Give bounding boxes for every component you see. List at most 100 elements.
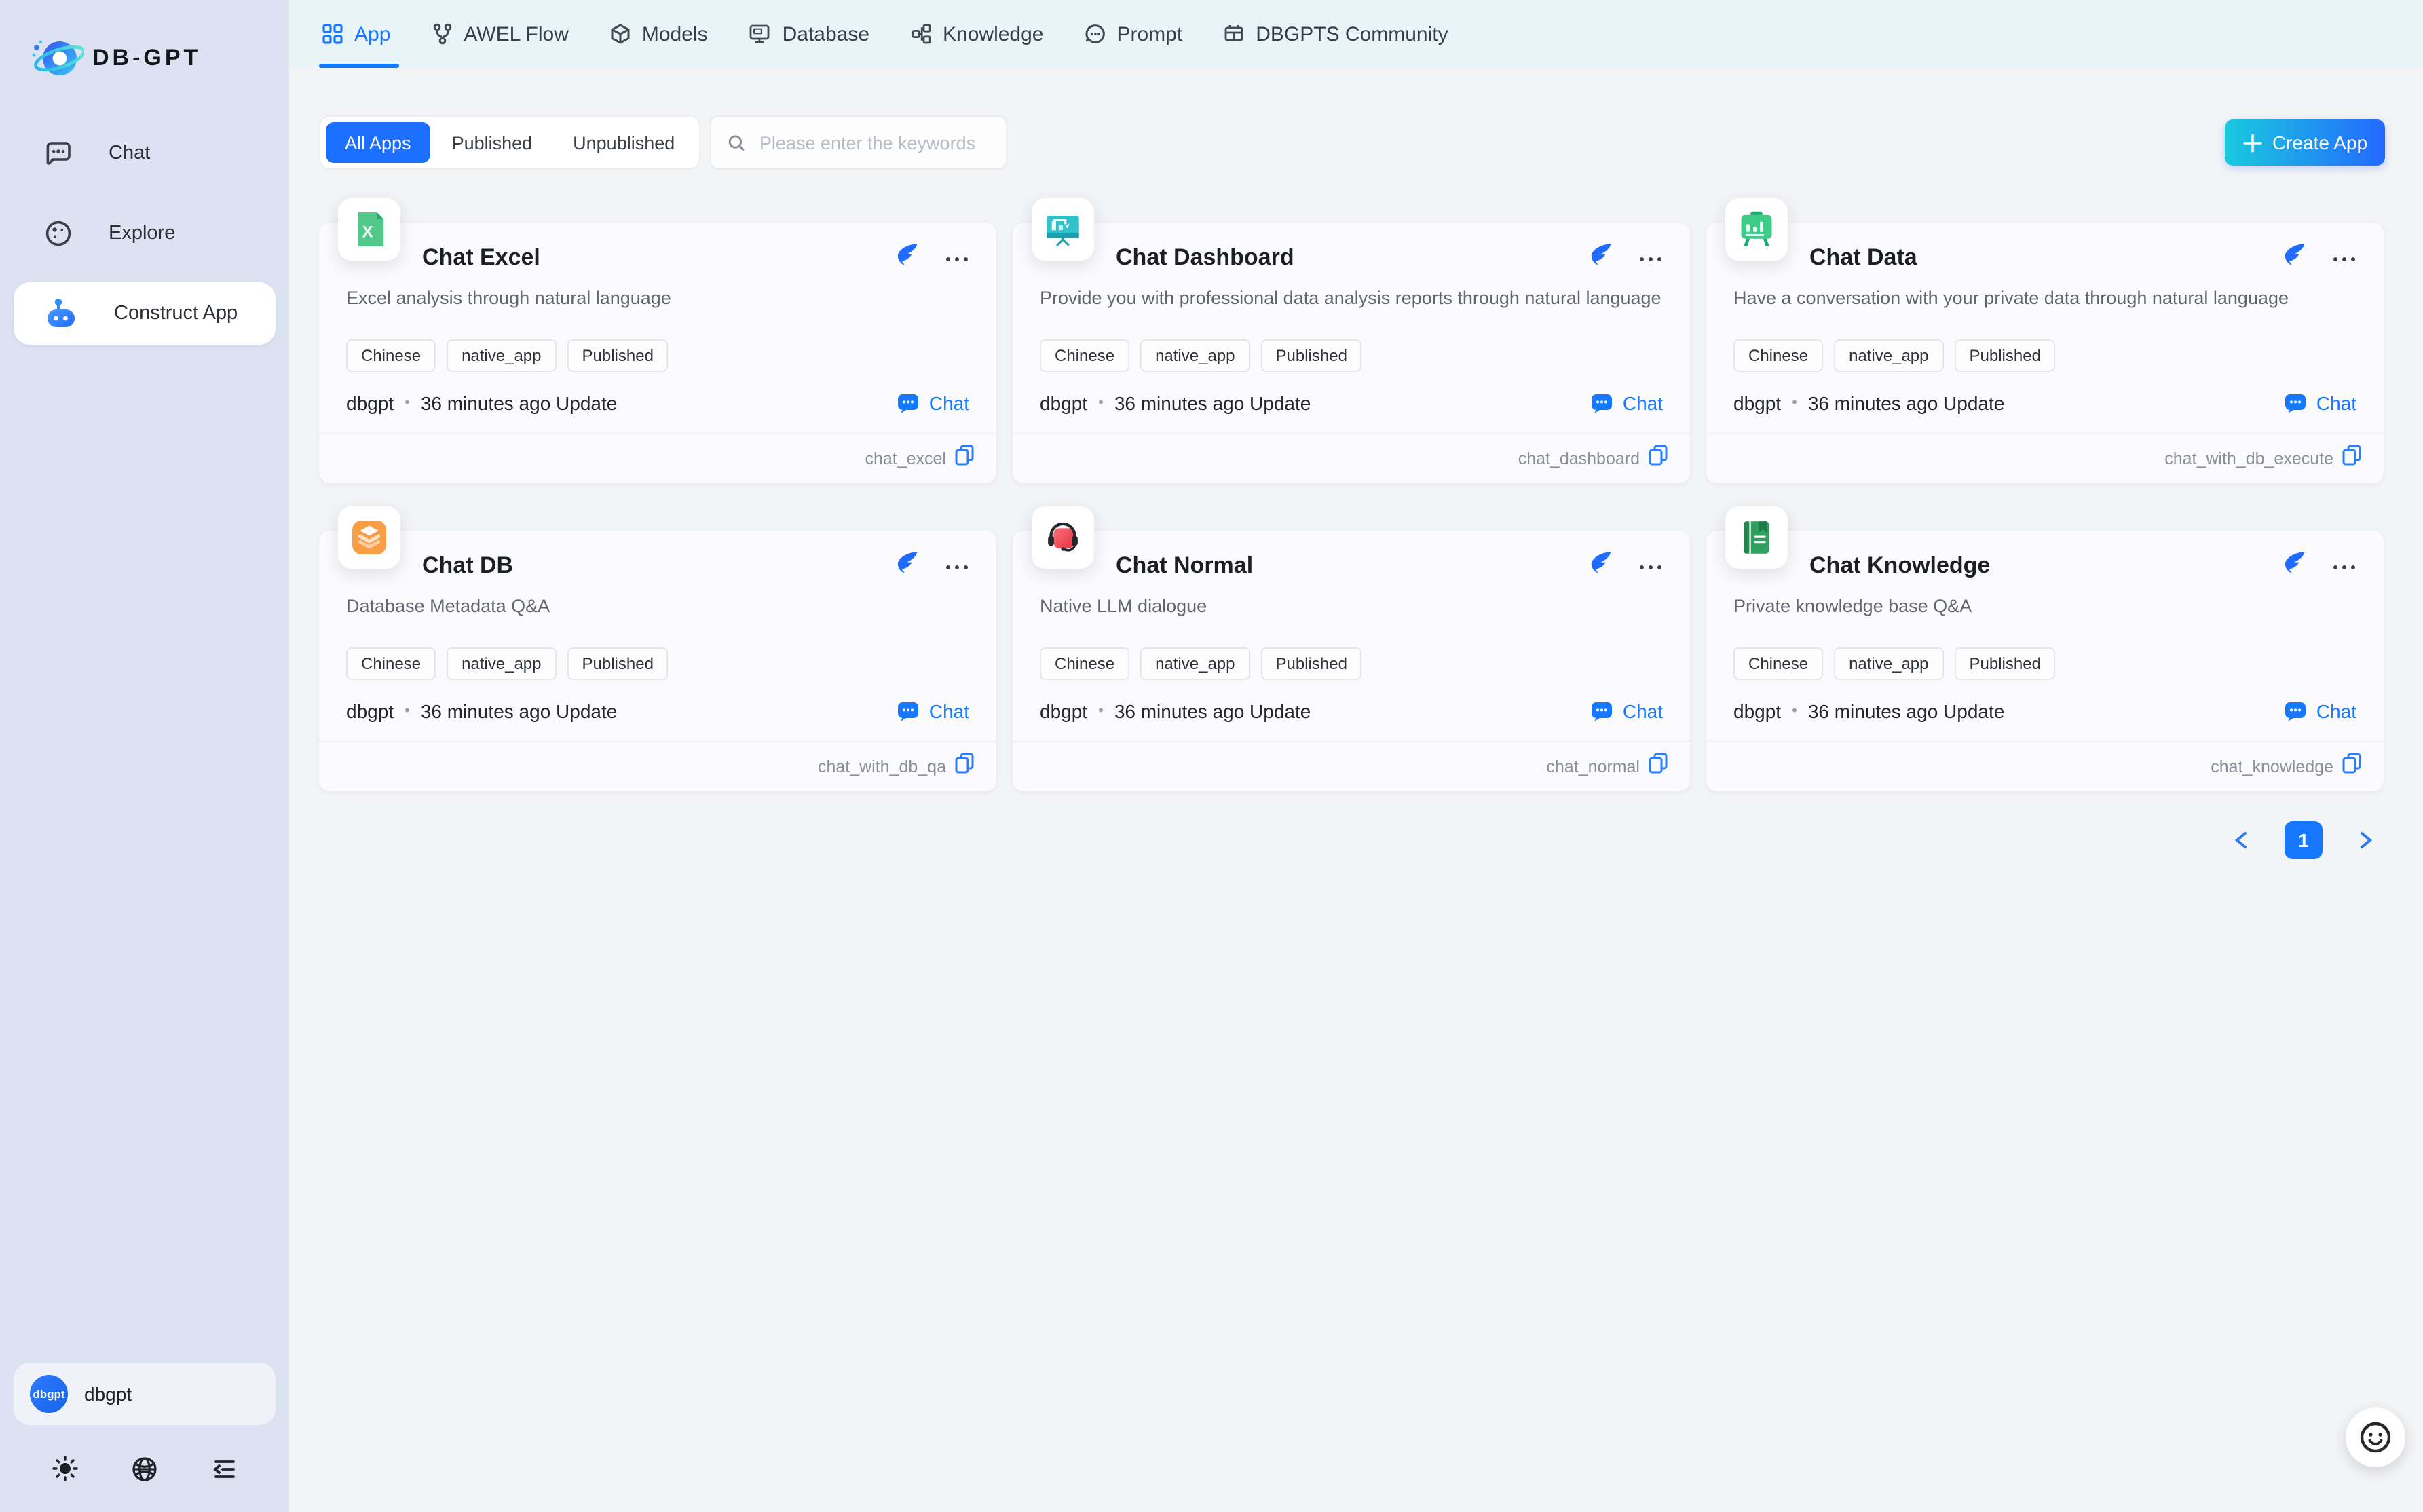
app-tags: Chinese native_app Published — [346, 647, 969, 680]
tag-status: Published — [1261, 647, 1362, 680]
database-monitor-icon — [749, 23, 772, 45]
more-menu-icon[interactable] — [2332, 246, 2356, 270]
app-card-chat-excel[interactable]: X Chat Excel — [319, 223, 996, 483]
copy-icon[interactable] — [954, 444, 975, 472]
app-tags: Chinese native_app Published — [346, 339, 969, 372]
more-menu-icon[interactable] — [1638, 554, 1663, 578]
chat-button[interactable]: Chat — [2285, 392, 2356, 414]
tab-models[interactable]: Models — [609, 0, 708, 68]
dingtalk-share-icon[interactable] — [895, 550, 920, 582]
user-profile[interactable]: dbgpt dbgpt — [14, 1363, 276, 1425]
sidebar-item-label: Explore — [109, 223, 175, 244]
sidebar-item-label: Chat — [109, 143, 150, 164]
more-menu-icon[interactable] — [1638, 246, 1663, 270]
app-card-chat-dashboard[interactable]: Chat Dashboard Provide you with professi… — [1013, 223, 1690, 483]
app-updated: 36 minutes ago Update — [1114, 700, 1311, 722]
app-card-chat-knowledge[interactable]: Chat Knowledge Private knowledge base Q&… — [1706, 531, 2384, 791]
keyword-search[interactable] — [710, 115, 1007, 170]
language-globe-icon[interactable] — [126, 1450, 164, 1488]
tab-awel-flow[interactable]: AWEL Flow — [431, 0, 568, 68]
chat-button[interactable]: Chat — [1592, 392, 1663, 414]
more-menu-icon[interactable] — [2332, 554, 2356, 578]
app-updated: 36 minutes ago Update — [1114, 392, 1311, 414]
more-menu-icon[interactable] — [945, 246, 969, 270]
chat-bubble-filled-icon — [2285, 393, 2308, 413]
tag-language: Chinese — [1040, 339, 1129, 372]
meta-separator: • — [1792, 703, 1797, 719]
tag-type: native_app — [447, 339, 556, 372]
meta-separator: • — [1098, 703, 1104, 719]
brand-logo[interactable]: DB-GPT — [0, 0, 289, 84]
chat-button[interactable]: Chat — [898, 700, 969, 722]
chat-button[interactable]: Chat — [898, 392, 969, 414]
search-input[interactable] — [757, 131, 990, 154]
app-owner: dbgpt — [1733, 392, 1781, 414]
app-cards-grid: X Chat Excel — [319, 223, 2385, 791]
tab-database[interactable]: Database — [749, 0, 869, 68]
dingtalk-share-icon[interactable] — [895, 242, 920, 274]
collapse-sidebar-icon[interactable] — [206, 1450, 244, 1488]
dingtalk-share-icon[interactable] — [2282, 550, 2308, 582]
chat-button-label: Chat — [929, 700, 969, 722]
filter-all-apps[interactable]: All Apps — [326, 122, 430, 163]
sidebar-item-construct-app[interactable]: Construct App — [14, 282, 276, 345]
app-card-chat-normal[interactable]: Chat Normal Native LLM dialogue Chin — [1013, 531, 1690, 791]
filter-published[interactable]: Published — [433, 122, 552, 163]
app-card-chat-data[interactable]: Chat Data Have a conversation with your … — [1706, 223, 2384, 483]
chat-bubble-filled-icon — [898, 701, 921, 721]
app-card-chat-db[interactable]: Chat DB Database Metadata Q&A Chines — [319, 531, 996, 791]
copy-icon[interactable] — [2342, 752, 2362, 780]
app-scene-name: chat_knowledge — [2211, 757, 2333, 776]
sidebar-item-chat[interactable]: Chat — [14, 122, 276, 185]
chat-button[interactable]: Chat — [2285, 700, 2356, 722]
app-updated: 36 minutes ago Update — [421, 392, 618, 414]
app-scene-name: chat_excel — [865, 449, 946, 468]
sidebar-item-explore[interactable]: Explore — [14, 202, 276, 265]
flow-branch-icon — [431, 23, 453, 45]
sidebar-menu: Chat Explore — [0, 122, 289, 345]
more-menu-icon[interactable] — [945, 554, 969, 578]
tag-type: native_app — [1834, 647, 1943, 680]
tag-status: Published — [567, 647, 669, 680]
avatar-text: dbgpt — [33, 1387, 64, 1401]
app-updated: 36 minutes ago Update — [1808, 700, 2005, 722]
copy-icon[interactable] — [1648, 752, 1668, 780]
tab-app[interactable]: App — [322, 0, 390, 68]
dingtalk-share-icon[interactable] — [2282, 242, 2308, 274]
tab-prompt[interactable]: Prompt — [1085, 0, 1183, 68]
copy-icon[interactable] — [1648, 444, 1668, 472]
tab-dbgpts-community[interactable]: DBGPTS Community — [1223, 0, 1448, 68]
tag-language: Chinese — [346, 647, 436, 680]
copy-icon[interactable] — [2342, 444, 2362, 472]
app-scene-name: chat_dashboard — [1518, 449, 1640, 468]
chevron-right-icon — [2358, 831, 2374, 850]
app-tags: Chinese native_app Published — [1040, 339, 1663, 372]
filter-unpublished[interactable]: Unpublished — [554, 122, 694, 163]
chat-button[interactable]: Chat — [1592, 700, 1663, 722]
dingtalk-share-icon[interactable] — [1588, 242, 1614, 274]
app-description: Excel analysis through natural language — [346, 288, 969, 318]
app-scene-name: chat_normal — [1546, 757, 1640, 776]
page-number-1[interactable]: 1 — [2285, 821, 2323, 859]
explore-planet-icon — [43, 219, 73, 248]
app-description: Database Metadata Q&A — [346, 596, 969, 626]
tag-status: Published — [567, 339, 669, 372]
db-gpt-app-window: DB-GPT Chat Explore — [0, 0, 2423, 1512]
app-description: Native LLM dialogue — [1040, 596, 1663, 626]
copy-icon[interactable] — [954, 752, 975, 780]
apps-toolbar: All Apps Published Unpublished Create Ap… — [319, 115, 2385, 170]
tab-knowledge[interactable]: Knowledge — [910, 0, 1043, 68]
chat-button-label: Chat — [1623, 700, 1663, 722]
prev-page-button[interactable] — [2222, 821, 2260, 859]
feedback-smiley-button[interactable] — [2346, 1407, 2405, 1467]
tag-type: native_app — [1834, 339, 1943, 372]
app-owner: dbgpt — [1040, 392, 1087, 414]
next-page-button[interactable] — [2347, 821, 2385, 859]
dingtalk-share-icon[interactable] — [1588, 550, 1614, 582]
theme-sun-icon[interactable] — [45, 1450, 83, 1488]
app-owner: dbgpt — [1040, 700, 1087, 722]
chat-button-label: Chat — [2316, 392, 2356, 414]
app-grid-icon — [322, 23, 343, 45]
create-app-button[interactable]: Create App — [2225, 119, 2385, 166]
meta-separator: • — [405, 395, 410, 411]
